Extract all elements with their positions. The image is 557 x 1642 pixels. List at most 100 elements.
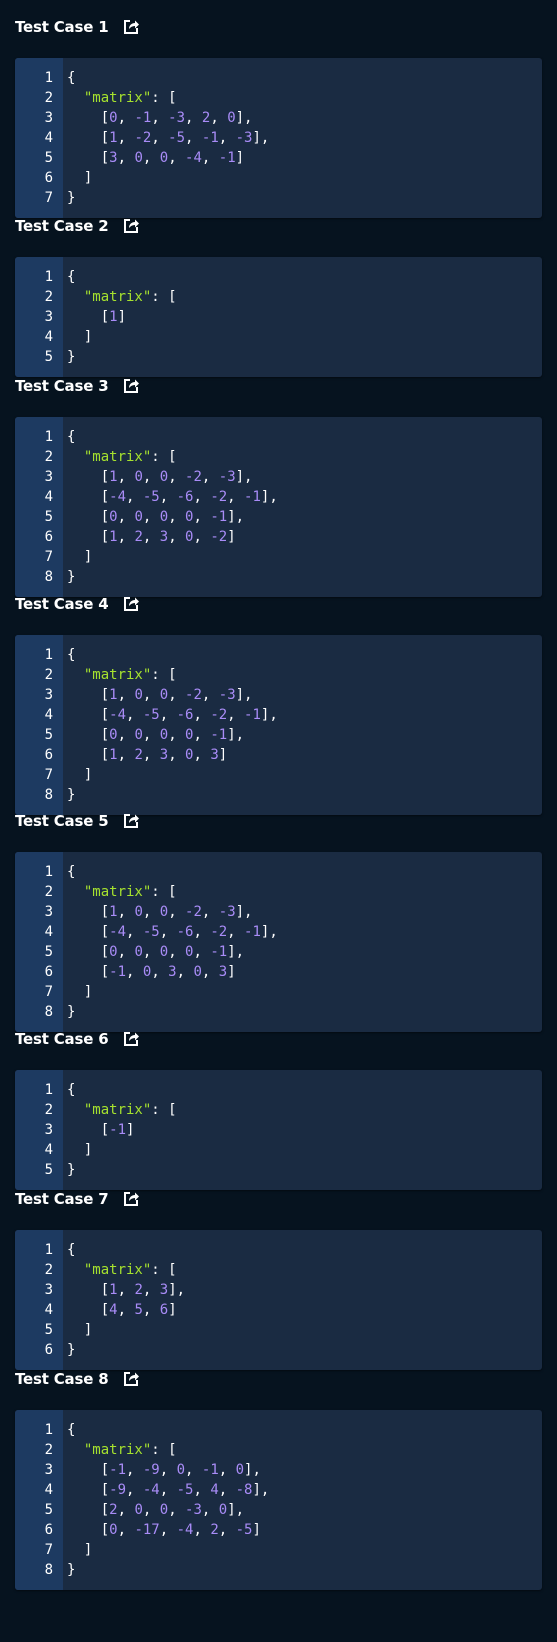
punctuation: [ xyxy=(67,469,110,485)
code-text: [0, -17, -4, 2, -5] xyxy=(67,1520,261,1540)
code-editor[interactable]: 1{2 "matrix": [3 [-1] 4 ] 5} xyxy=(15,1070,542,1190)
punctuation: , xyxy=(117,904,135,920)
code-line: 3 [-1] xyxy=(15,1120,542,1140)
code-line: 1{ xyxy=(15,1420,542,1440)
line-number: 1 xyxy=(44,647,53,663)
matrix-value: 1 xyxy=(109,309,118,325)
test-case-title: Test Case 7 xyxy=(15,1190,109,1208)
test-case-header: Test Case 4 xyxy=(15,590,140,618)
code-text: [2, 0, 0, -3, 0], xyxy=(67,1500,244,1520)
code-line: 2 "matrix": [ xyxy=(15,1100,542,1120)
line-number: 5 xyxy=(44,1502,53,1518)
brace: { xyxy=(67,1422,76,1438)
punctuation: : [ xyxy=(151,449,177,465)
brace: } xyxy=(67,1562,76,1578)
code-text: { xyxy=(67,645,75,665)
code-editor[interactable]: 1{2 "matrix": [3 [1, 0, 0, -2, -3], 4 [-4… xyxy=(15,635,542,815)
code-line: 8} xyxy=(15,567,542,587)
matrix-value: 2 xyxy=(134,529,143,545)
external-share-icon[interactable] xyxy=(122,1030,140,1048)
line-number: 1 xyxy=(44,269,53,285)
line-number: 7 xyxy=(44,767,53,783)
test-case-header: Test Case 2 xyxy=(15,212,140,240)
punctuation: , xyxy=(117,727,135,743)
code-editor[interactable]: 1{2 "matrix": [3 [1, 2, 3], 4 [4, 5, 6] 5 … xyxy=(15,1230,542,1370)
punctuation: ], xyxy=(227,944,245,960)
punctuation: ], xyxy=(252,1482,270,1498)
punctuation: , xyxy=(117,529,135,545)
code-line: 1{ xyxy=(15,862,542,882)
brace: { xyxy=(67,647,76,663)
code-text: } xyxy=(67,567,75,587)
code-line: 1{ xyxy=(15,68,542,88)
code-line: 2 "matrix": [ xyxy=(15,447,542,467)
code-editor[interactable]: 1{2 "matrix": [3 [1] 4 ] 5} xyxy=(15,257,542,377)
matrix-value: -1 xyxy=(134,110,152,126)
code-text: [4, 5, 6] xyxy=(67,1300,177,1320)
punctuation: ], xyxy=(260,707,278,723)
matrix-value: 0 xyxy=(159,469,169,485)
punctuation: , xyxy=(201,964,219,980)
line-number: 2 xyxy=(44,289,53,305)
code-text: { xyxy=(67,68,75,88)
code-editor[interactable]: 1{2 "matrix": [3 [-1, -9, 0, -1, 0], 4 [-… xyxy=(15,1410,542,1590)
punctuation: , xyxy=(185,1462,202,1478)
external-share-icon[interactable] xyxy=(122,217,140,235)
external-share-icon[interactable] xyxy=(122,595,140,613)
matrix-value: 4 xyxy=(109,1302,118,1318)
code-line: 6 [-1, 0, 3, 0, 3] xyxy=(15,962,542,982)
line-number: 5 xyxy=(44,509,53,525)
punctuation: ] xyxy=(218,747,228,763)
code-text: ] xyxy=(67,982,92,1002)
line-number: 4 xyxy=(44,329,53,345)
code-line: 7 ] xyxy=(15,765,542,785)
code-line: 5 ] xyxy=(15,1320,542,1340)
code-editor[interactable]: 1{2 "matrix": [3 [1, 0, 0, -2, -3], 4 [-4… xyxy=(15,417,542,597)
json-key: "matrix" xyxy=(83,449,152,465)
brace: } xyxy=(67,787,76,803)
code-text: [1, 2, 3, 0, -2] xyxy=(67,527,236,547)
code-text: [1, 2, 3], xyxy=(67,1280,185,1300)
matrix-value: -6 xyxy=(176,924,194,940)
external-share-icon[interactable] xyxy=(122,812,140,830)
matrix-value: 0 xyxy=(227,110,236,126)
external-share-icon[interactable] xyxy=(122,1370,140,1388)
test-case-header: Test Case 6 xyxy=(15,1025,140,1053)
matrix-value: -17 xyxy=(134,1522,160,1538)
external-share-icon[interactable] xyxy=(122,377,140,395)
line-number: 2 xyxy=(44,884,53,900)
code-line: 6 [1, 2, 3, 0, 3] xyxy=(15,745,542,765)
punctuation: , xyxy=(193,747,211,763)
punctuation: ], xyxy=(235,904,253,920)
code-lines: 1{2 "matrix": [3 [0, -1, -3, 2, 0], 4 [1,… xyxy=(15,58,542,218)
punctuation: , xyxy=(218,1482,236,1498)
punctuation: ], xyxy=(260,924,278,940)
punctuation: , xyxy=(117,1502,135,1518)
punctuation: ] xyxy=(117,309,127,325)
line-number: 3 xyxy=(44,687,53,703)
matrix-value: 1 xyxy=(109,130,118,146)
code-line: 2 "matrix": [ xyxy=(15,882,542,902)
matrix-value: 0 xyxy=(159,944,169,960)
code-text: [1, 2, 3, 0, 3] xyxy=(67,745,228,765)
punctuation: , xyxy=(159,924,177,940)
code-text: [1, 0, 0, -2, -3], xyxy=(67,685,253,705)
matrix-value: 3 xyxy=(210,747,219,763)
code-line: 7 ] xyxy=(15,982,542,1002)
punctuation: , xyxy=(117,130,135,146)
external-share-icon[interactable] xyxy=(122,1190,140,1208)
brace: { xyxy=(67,1242,76,1258)
line-number: 3 xyxy=(44,110,53,126)
line-number: 4 xyxy=(44,1302,53,1318)
punctuation: [ xyxy=(67,1122,110,1138)
external-share-icon[interactable] xyxy=(122,18,140,36)
punctuation: [ xyxy=(67,1482,110,1498)
code-editor[interactable]: 1{2 "matrix": [3 [0, -1, -3, 2, 0], 4 [1,… xyxy=(15,58,542,218)
code-line: 5 [0, 0, 0, 0, -1], xyxy=(15,942,542,962)
code-editor[interactable]: 1{2 "matrix": [3 [1, 0, 0, -2, -3], 4 [-4… xyxy=(15,852,542,1032)
code-text: { xyxy=(67,1240,75,1260)
punctuation: , xyxy=(142,1282,160,1298)
matrix-value: -3 xyxy=(218,904,236,920)
matrix-value: -2 xyxy=(185,904,202,920)
